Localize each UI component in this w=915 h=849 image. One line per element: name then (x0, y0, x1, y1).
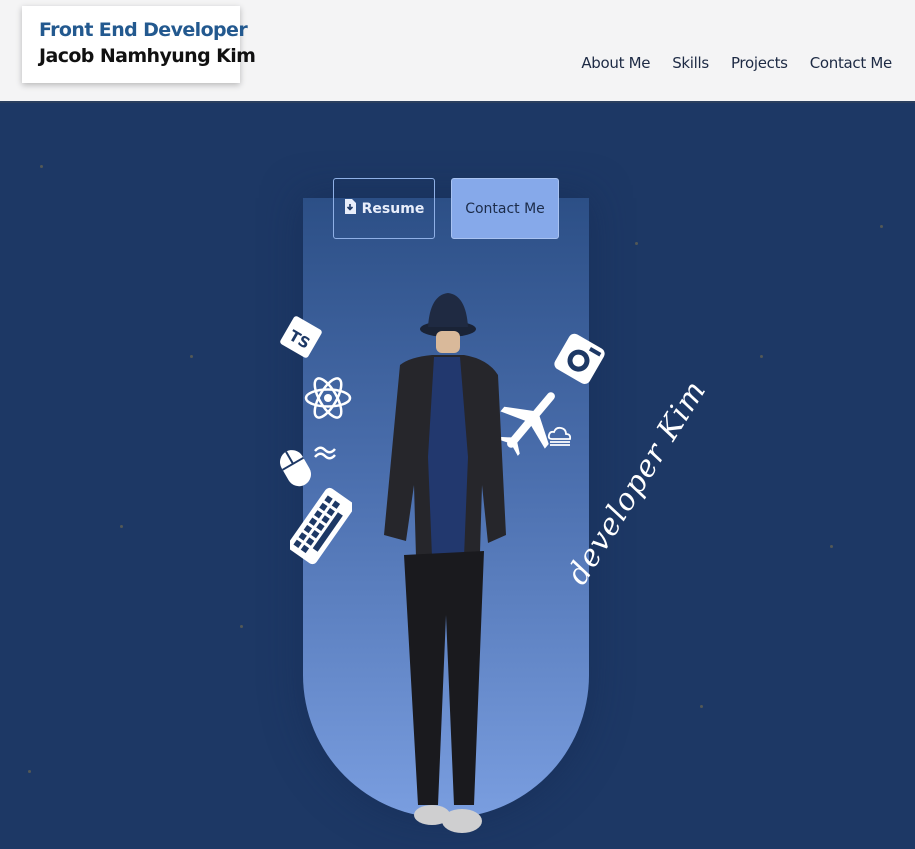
nav-skills[interactable]: Skills (672, 54, 709, 72)
background-speck (700, 705, 703, 708)
typescript-icon: TS (280, 313, 322, 366)
download-file-icon (344, 199, 356, 218)
background-speck (880, 225, 883, 228)
hero-section: Resume Contact Me TS developer Kim (0, 105, 915, 849)
background-speck (190, 355, 193, 358)
nav-projects[interactable]: Projects (731, 54, 788, 72)
background-speck (28, 770, 31, 773)
background-speck (120, 525, 123, 528)
background-speck (240, 625, 243, 628)
brand-role: Front End Developer (39, 19, 248, 41)
main-nav: About Me Skills Projects Contact Me (581, 54, 892, 72)
developer-portrait (370, 285, 510, 849)
site-header: Front End Developer Jacob Namhyung Kim A… (0, 0, 915, 103)
contact-me-label: Contact Me (465, 200, 545, 217)
brand-card[interactable]: Front End Developer Jacob Namhyung Kim (22, 6, 256, 83)
brand-name: Jacob Namhyung Kim (39, 45, 256, 67)
react-icon (303, 370, 353, 431)
resume-label: Resume (361, 200, 425, 217)
background-speck (830, 545, 833, 548)
background-speck (40, 165, 43, 168)
background-speck (760, 355, 763, 358)
nav-contact-me[interactable]: Contact Me (810, 54, 893, 72)
background-speck (635, 242, 638, 245)
nav-about-me[interactable]: About Me (581, 54, 650, 72)
resume-button[interactable]: Resume (333, 178, 435, 239)
keyboard-icon (287, 483, 355, 574)
contact-me-button[interactable]: Contact Me (451, 178, 559, 239)
tailwind-icon (313, 443, 337, 468)
cloud-icon (546, 425, 574, 452)
